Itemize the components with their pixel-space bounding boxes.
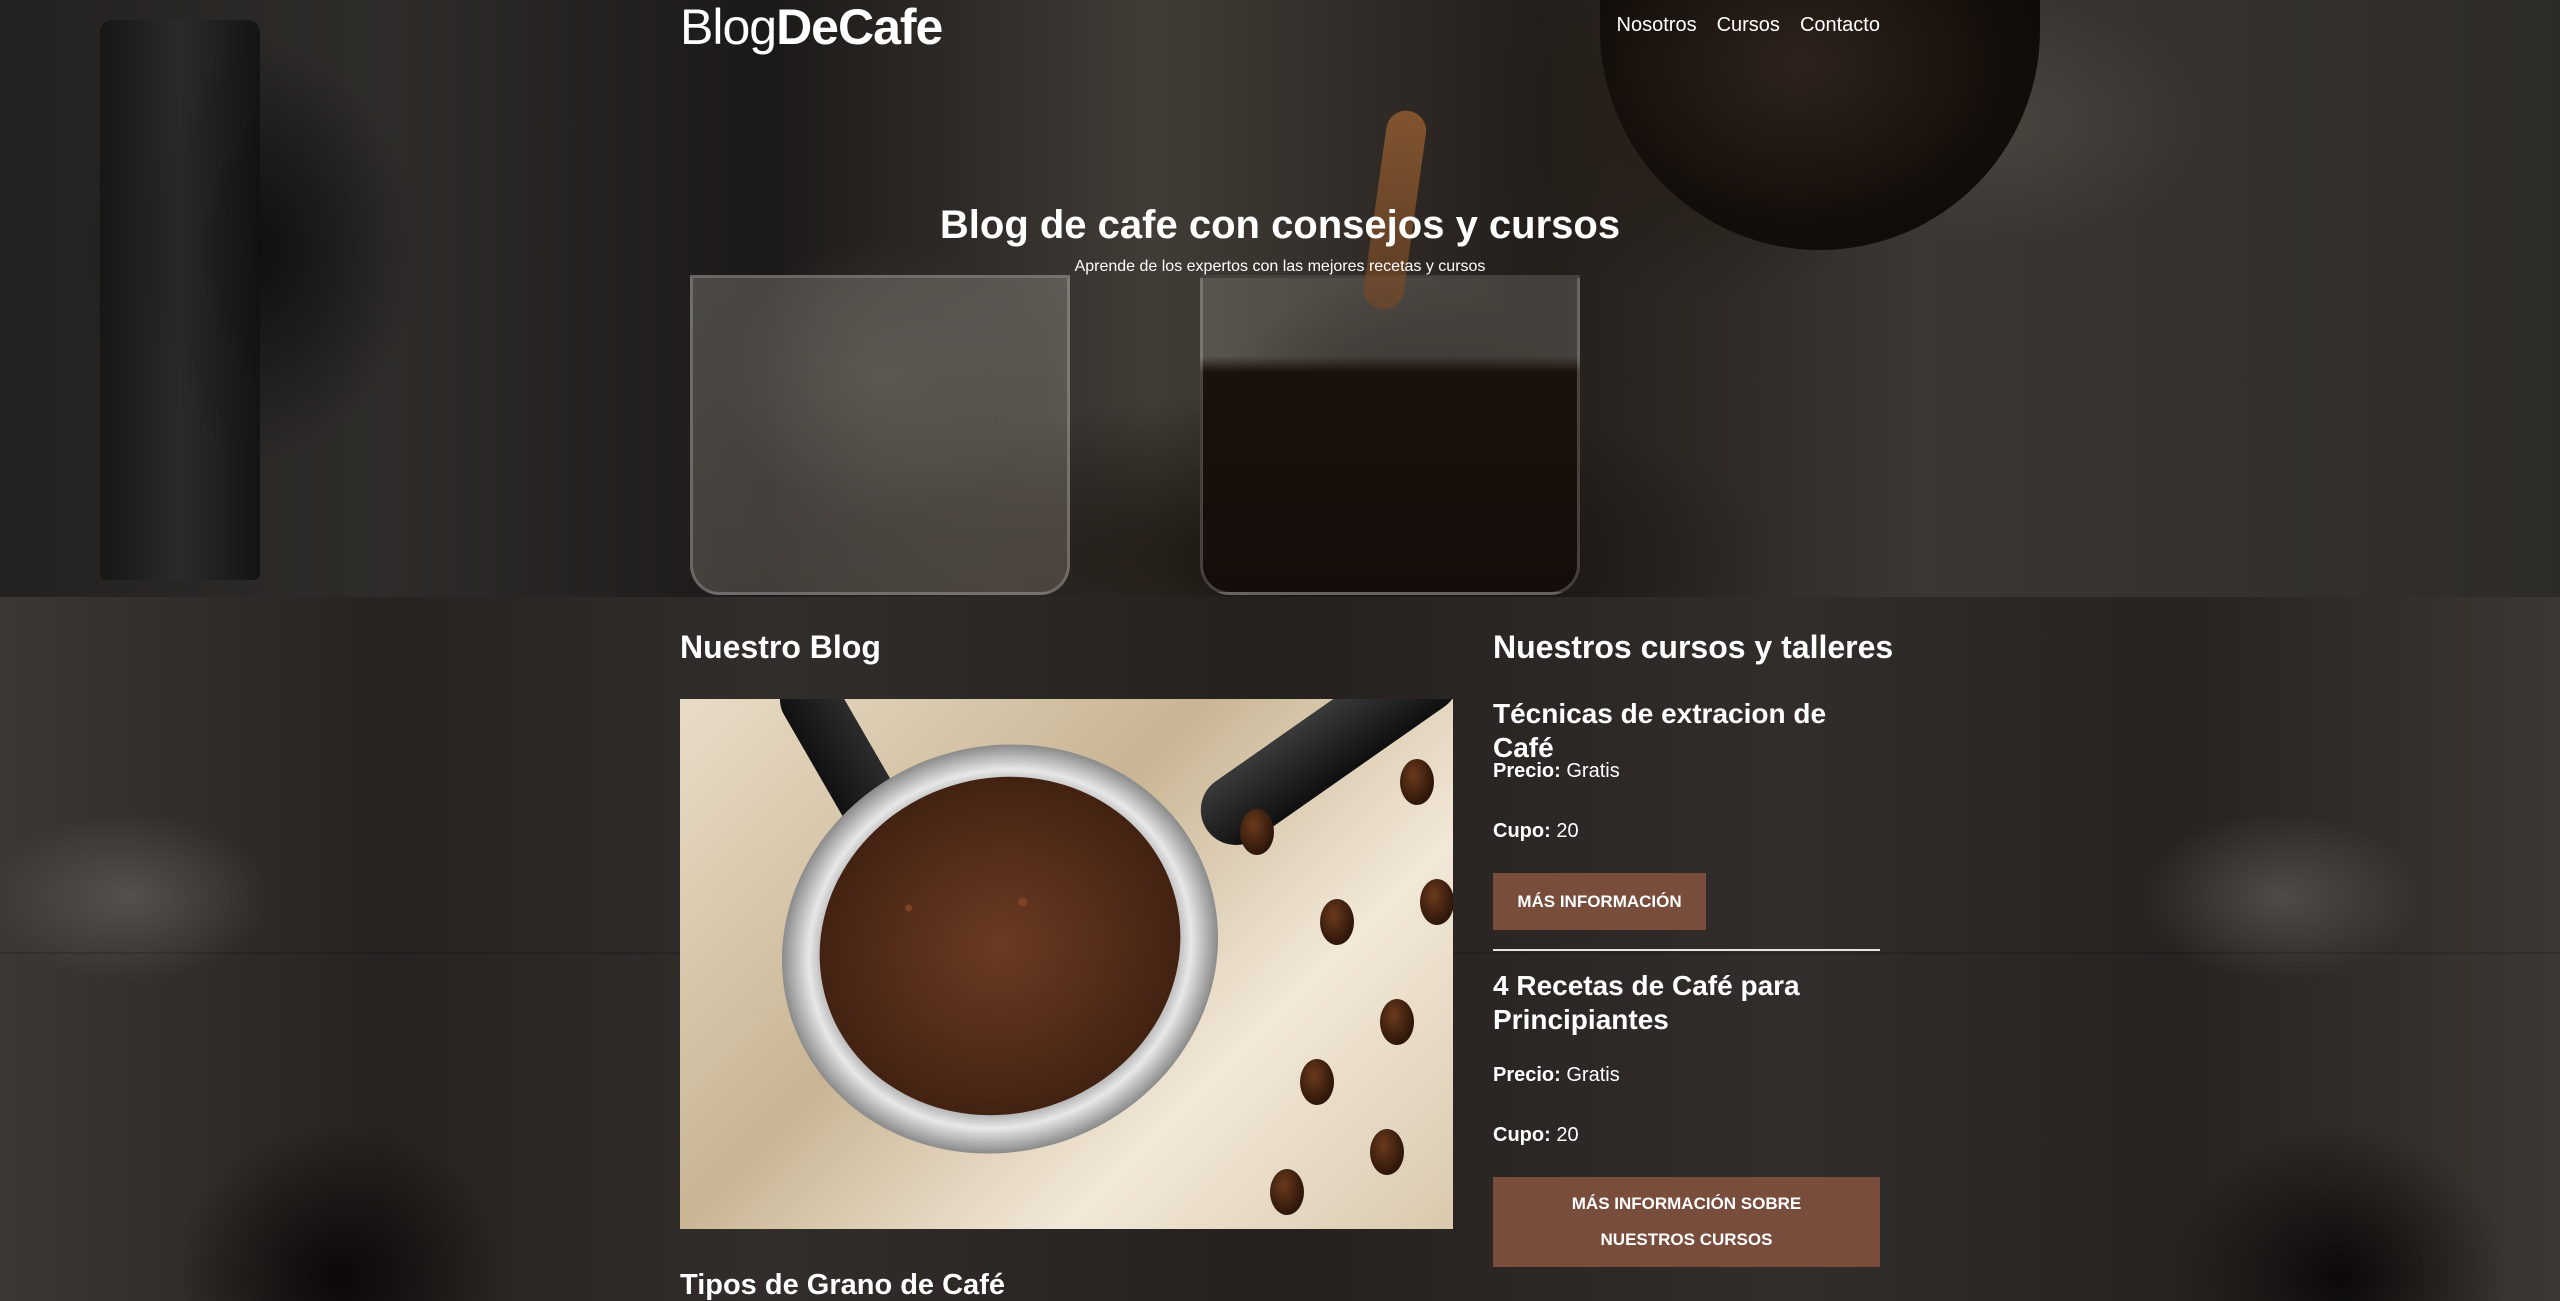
quota-value: 20 — [1556, 1124, 1579, 1146]
courses-heading: Nuestros cursos y talleres — [1493, 629, 1894, 665]
price-label: Precio: — [1493, 1064, 1561, 1086]
hero-background-jug — [100, 20, 260, 580]
coffee-bean — [1320, 899, 1354, 945]
blog-post-image[interactable] — [680, 699, 1453, 1229]
hero-background-glass-mug — [690, 275, 1070, 595]
site-header: BlogDeCafe Nosotros Cursos Contacto — [680, 0, 1880, 54]
course-title: 4 Recetas de Café para Principiantes — [1493, 970, 1800, 1035]
course-quota: Cupo: 20 — [1493, 1124, 1579, 1147]
nav-link-nosotros[interactable]: Nosotros — [1617, 14, 1697, 37]
main-content: Nuestro Blog Tipos de Grano de Café Nues… — [680, 597, 1893, 1301]
hero-section — [0, 0, 2560, 597]
price-value: Gratis — [1566, 1064, 1620, 1086]
hero-title: Blog de cafe con consejos y cursos — [939, 203, 1621, 247]
coffee-bean — [1400, 759, 1434, 805]
more-courses-button[interactable]: Más Información sobre nuestros cursos — [1493, 1177, 1880, 1267]
course-price: Precio: Gratis — [1493, 760, 1620, 783]
site-logo[interactable]: BlogDeCafe — [680, 0, 943, 55]
price-value: Gratis — [1566, 760, 1620, 782]
price-label: Precio: — [1493, 760, 1561, 782]
quota-value: 20 — [1556, 820, 1579, 842]
main-nav: Nosotros Cursos Contacto — [1617, 14, 1880, 37]
coffee-bean — [1270, 1169, 1304, 1215]
nav-link-contacto[interactable]: Contacto — [1800, 14, 1880, 37]
course-price: Precio: Gratis — [1493, 1064, 1620, 1087]
hero-background-coffee-mug — [1200, 275, 1580, 595]
course-divider — [1493, 949, 1880, 951]
nav-link-cursos[interactable]: Cursos — [1717, 14, 1780, 37]
coffee-bean — [1370, 1129, 1404, 1175]
course-title: Técnicas de extracion de Café — [1493, 698, 1827, 763]
course-quota: Cupo: 20 — [1493, 820, 1579, 843]
logo-bold-text: DeCafe — [776, 0, 943, 55]
quota-label: Cupo: — [1493, 820, 1551, 842]
blog-post-title[interactable]: Tipos de Grano de Café — [680, 1269, 1005, 1301]
coffee-bean — [1240, 809, 1274, 855]
coffee-bean — [1300, 1059, 1334, 1105]
hero-subtitle: Aprende de los expertos con las mejores … — [1074, 258, 1486, 275]
coffee-bean — [1380, 999, 1414, 1045]
logo-light-text: Blog — [680, 0, 777, 55]
coffee-bean — [1420, 879, 1453, 925]
more-info-button[interactable]: Más Información — [1493, 873, 1706, 930]
quota-label: Cupo: — [1493, 1124, 1551, 1146]
blog-heading: Nuestro Blog — [680, 629, 881, 665]
